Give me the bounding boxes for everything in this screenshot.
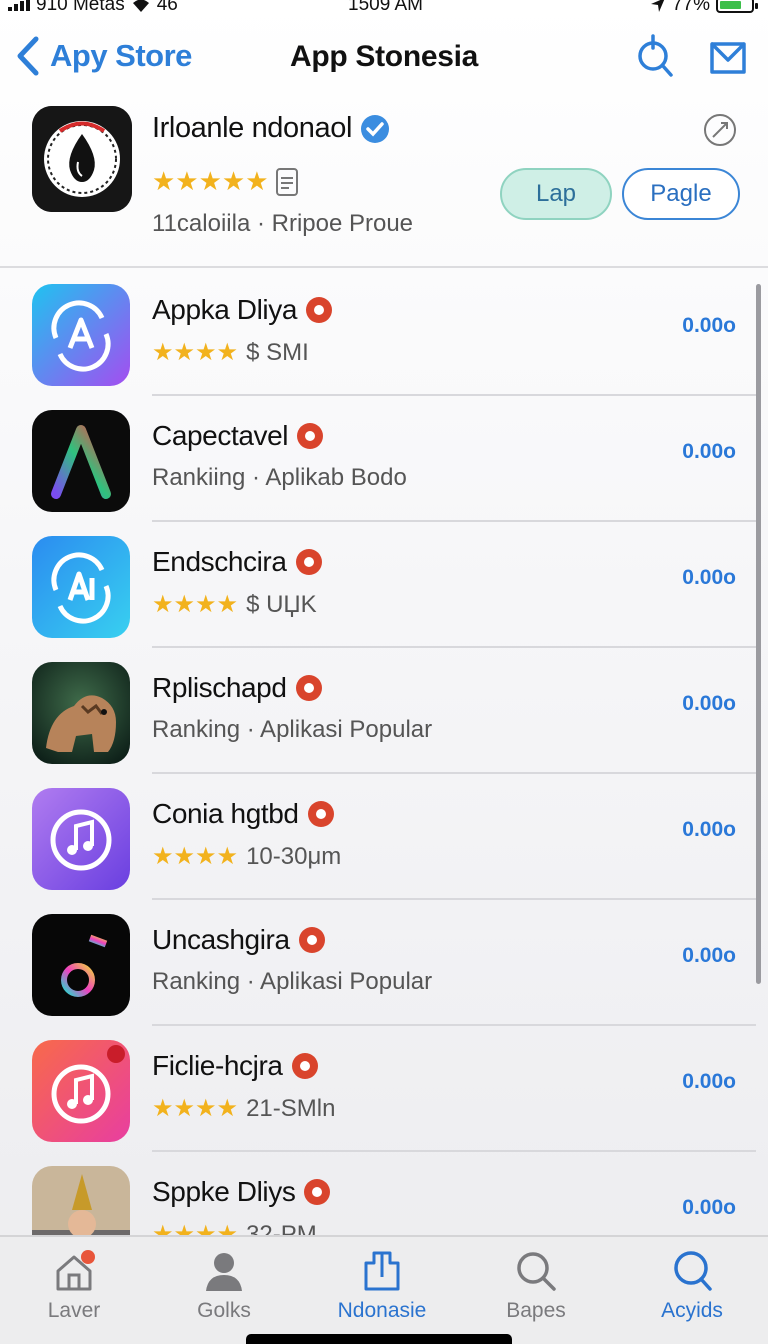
person-icon (206, 1253, 242, 1291)
verified-badge-icon (360, 114, 389, 143)
clipboard-icon (364, 1251, 400, 1291)
app-detail: Rankiing · Aplikab Bodo (152, 464, 407, 491)
network-label: 46 (156, 0, 178, 15)
list-item[interactable]: Uncashgira Ranking · Aplikasi Popular 0.… (0, 900, 768, 1026)
tab-golks[interactable]: Golks (164, 1249, 284, 1339)
price-label[interactable]: 0.00o (682, 818, 736, 842)
list-item[interactable]: Rplischapd Ranking · Aplikasi Popular 0.… (0, 648, 768, 774)
tab-label: Golks (197, 1299, 251, 1322)
app-name: Capectavel (152, 420, 289, 451)
app-detail: 32-PM (246, 1220, 317, 1236)
document-icon (275, 167, 298, 196)
app-icon (32, 788, 130, 890)
editor-badge-icon (297, 423, 324, 449)
app-detail: $ SMI (246, 338, 309, 366)
tab-label: Laver (47, 1299, 101, 1322)
app-detail: $ UЏK (246, 590, 317, 618)
price-label[interactable]: 0.00o (682, 1070, 736, 1094)
status-bar: 910 Metas 46 1509 AM 77% (0, 0, 768, 22)
featured-app-title: Irloanle ndonaol (152, 112, 352, 144)
battery-percent: 77% (671, 0, 710, 15)
featured-app-card[interactable]: Irloanle ndonaol ★★★★★ 11caloiila · Rrip… (0, 104, 768, 268)
search-icon (674, 1251, 712, 1291)
app-icon (32, 284, 130, 386)
editor-badge-icon (295, 549, 322, 575)
featured-rating-stars: ★★★★★ (152, 166, 269, 196)
rating-stars: ★★★★ (152, 843, 239, 870)
tab-bapes[interactable]: Bapes (476, 1249, 596, 1339)
tab-laver[interactable]: Laver (14, 1249, 134, 1339)
tab-acyids[interactable]: Acyids (632, 1249, 752, 1339)
location-arrow-icon (650, 0, 665, 12)
list-item[interactable]: Capectavel Rankiing · Aplikab Bodo 0.00o (0, 396, 768, 522)
app-detail: Ranking · Aplikasi Popular (152, 716, 433, 743)
signal-icon (8, 0, 30, 11)
lap-button[interactable]: Lap (500, 168, 612, 220)
navigation-bar: Apy Store App Stonesia (0, 30, 768, 86)
rating-stars: ★★★★ (152, 339, 239, 366)
rating-stars: ★★★★ (152, 1095, 239, 1122)
clock-label: 1509 AM (348, 0, 423, 15)
mail-icon[interactable] (708, 34, 748, 78)
app-detail: 21-SMln (246, 1094, 336, 1122)
app-name: Appka Dliya (152, 294, 298, 325)
app-name: Endschcira (152, 546, 287, 577)
scrollbar[interactable] (756, 284, 761, 984)
tab-bar: Laver Golks Ndonasie Bapes Acyids (0, 1235, 768, 1344)
price-label[interactable]: 0.00o (682, 566, 736, 590)
price-label[interactable]: 0.00o (682, 314, 736, 338)
price-label[interactable]: 0.00o (682, 944, 736, 968)
editor-badge-icon (295, 675, 322, 701)
tab-ndonasie[interactable]: Ndonasie (322, 1249, 442, 1339)
app-icon (32, 1040, 130, 1142)
app-name: Rplischapd (152, 672, 287, 703)
editor-badge-icon (304, 1179, 331, 1205)
app-detail: Ranking · Aplikasi Popular (152, 968, 433, 995)
tab-label: Bapes (506, 1299, 566, 1322)
price-label[interactable]: 0.00o (682, 1196, 736, 1220)
rating-stars: ★★★★ (152, 1221, 239, 1235)
tab-label: Ndonasie (337, 1299, 427, 1322)
app-icon (32, 410, 130, 512)
app-name: Ficlie-hcjra (152, 1050, 283, 1081)
list-item[interactable]: Sppke Dliys ★★★★ 32-PM 0.00o (0, 1152, 768, 1235)
list-item[interactable]: Endschcira ★★★★ $ UЏK 0.00o (0, 522, 768, 648)
app-list: Appka Dliya ★★★★ $ SMI 0.00o Capectavel R… (0, 270, 768, 1235)
carrier-label: 910 Metas (36, 0, 125, 15)
tab-label: Acyids (661, 1299, 723, 1322)
search-icon[interactable] (634, 34, 674, 78)
pagle-button[interactable]: Pagle (622, 168, 740, 220)
app-name: Sppke Dliys (152, 1176, 296, 1207)
editor-badge-icon (298, 927, 325, 953)
list-item[interactable]: Conia hgtbd ★★★★ 10-30μm 0.00o (0, 774, 768, 900)
editor-badge-icon (291, 1053, 318, 1079)
app-detail: 10-30μm (246, 842, 342, 870)
price-label[interactable]: 0.00o (682, 440, 736, 464)
editor-badge-icon (306, 297, 333, 323)
app-icon (32, 662, 130, 764)
search-icon (517, 1252, 556, 1291)
rating-stars: ★★★★ (152, 591, 239, 618)
editor-badge-icon (307, 801, 334, 827)
link-icon[interactable] (702, 112, 738, 148)
list-item[interactable]: Ficlie-hcjra ★★★★ 21-SMln 0.00o (0, 1026, 768, 1152)
featured-app-icon (32, 106, 132, 212)
list-item[interactable]: Appka Dliya ★★★★ $ SMI 0.00o (0, 270, 768, 396)
battery-icon (716, 0, 758, 13)
app-name: Conia hgtbd (152, 798, 299, 829)
wifi-icon (132, 0, 149, 12)
home-icon (56, 1250, 95, 1291)
home-indicator (246, 1334, 512, 1344)
app-icon (32, 536, 130, 638)
app-name: Uncashgira (152, 924, 290, 955)
featured-app-subtitle: 11caloiila · Rripoe Proue (152, 210, 414, 237)
price-label[interactable]: 0.00o (682, 692, 736, 716)
app-icon (32, 914, 130, 1016)
app-icon (32, 1166, 130, 1235)
